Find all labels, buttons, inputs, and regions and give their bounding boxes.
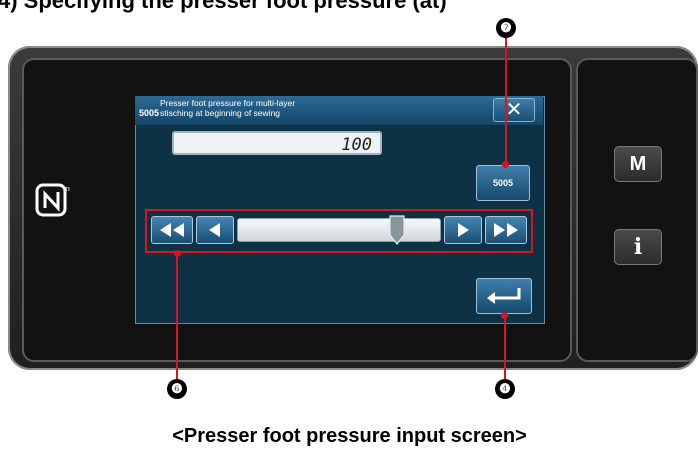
- function-code-button[interactable]: 5005: [476, 165, 530, 201]
- side-button-panel: [576, 58, 698, 362]
- increase-button[interactable]: [444, 216, 482, 244]
- close-icon: ✕: [505, 99, 523, 121]
- close-button[interactable]: ✕: [493, 98, 535, 122]
- section-heading: 4) Specifying the presser foot pressure …: [0, 0, 447, 13]
- callout-4-leader: [504, 315, 506, 379]
- callout-7-leader: [505, 38, 507, 164]
- fast-decrease-button[interactable]: [151, 216, 193, 244]
- pressure-value-field[interactable]: 100: [172, 131, 382, 155]
- pressure-value: 100: [341, 135, 372, 155]
- svg-text:TM: TM: [65, 187, 70, 193]
- screen-title-code: 5005: [139, 108, 160, 118]
- callout-6: ❻: [167, 379, 187, 399]
- step-forward-icon: [458, 223, 469, 237]
- fast-increase-button[interactable]: [485, 216, 527, 244]
- callout-6-leader: [176, 253, 178, 379]
- pressure-slider-knob[interactable]: [388, 215, 405, 245]
- callout-7: ❼: [496, 18, 516, 38]
- callout-4: ❹: [495, 379, 515, 399]
- rewind-icon: [160, 223, 184, 237]
- info-button[interactable]: i: [614, 229, 662, 265]
- fast-forward-icon: [494, 223, 518, 237]
- step-back-icon: [209, 223, 220, 237]
- screen-title: Presser foot pressure for multi-layer st…: [160, 98, 296, 118]
- figure-caption: <Presser foot pressure input screen>: [172, 425, 527, 447]
- enter-button[interactable]: [476, 278, 532, 314]
- decrease-button[interactable]: [196, 216, 234, 244]
- menu-button[interactable]: M: [614, 146, 662, 182]
- nfc-icon: TM: [35, 183, 70, 217]
- pressure-slider-track[interactable]: [237, 218, 441, 242]
- callout-7-dot: [502, 161, 509, 168]
- enter-icon: [487, 288, 521, 304]
